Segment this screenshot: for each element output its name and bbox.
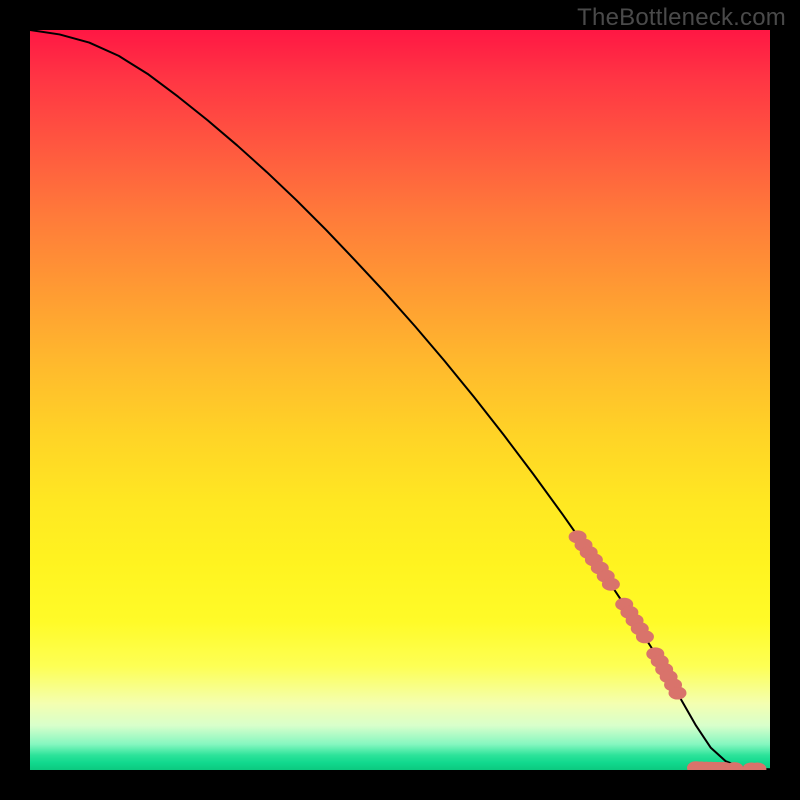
chart-container: TheBottleneck.com [0,0,800,800]
highlight-markers [569,531,766,770]
chart-svg [30,30,770,770]
plot-area [30,30,770,770]
watermark-text: TheBottleneck.com [577,4,786,32]
marker-point [636,631,653,643]
marker-point [669,687,686,699]
marker-point [602,578,619,590]
